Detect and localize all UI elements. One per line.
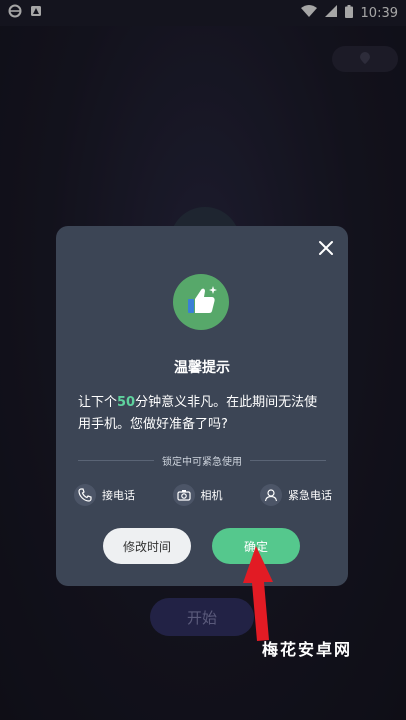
dialog-title: 温馨提示 — [174, 360, 230, 376]
feature-label: 紧急电话 — [288, 489, 332, 502]
feature-label: 接电话 — [102, 489, 135, 502]
emergency-divider: 锁定中可紧急使用 — [78, 452, 326, 468]
feature-emergency-call: 紧急电话 — [260, 484, 332, 506]
divider-label: 锁定中可紧急使用 — [162, 456, 242, 468]
confirm-button[interactable]: 确定 — [212, 528, 300, 564]
message-before: 让下个 — [78, 395, 118, 410]
modify-time-button[interactable]: 修改时间 — [103, 528, 191, 564]
feature-answer-call: 接电话 — [74, 484, 135, 506]
emergency-features: 接电话 相机 紧急电话 — [74, 483, 332, 507]
thumbs-up-icon — [173, 274, 229, 330]
feature-label: 相机 — [200, 489, 223, 502]
dialog-message: 让下个50分钟意义非凡。在此期间无法使用手机。您做好准备了吗? — [78, 392, 330, 436]
person-icon — [260, 484, 282, 506]
camera-icon — [172, 484, 195, 506]
divider-line-left — [78, 459, 154, 461]
feature-camera: 相机 — [172, 484, 223, 506]
close-icon[interactable] — [314, 236, 338, 260]
message-minutes: 50 — [117, 395, 136, 410]
divider-line-right — [250, 459, 326, 461]
phone-icon — [74, 484, 96, 506]
confirm-dialog: 温馨提示 让下个50分钟意义非凡。在此期间无法使用手机。您做好准备了吗? 锁定中… — [56, 226, 348, 586]
watermark: 梅花安卓网 — [262, 640, 353, 659]
